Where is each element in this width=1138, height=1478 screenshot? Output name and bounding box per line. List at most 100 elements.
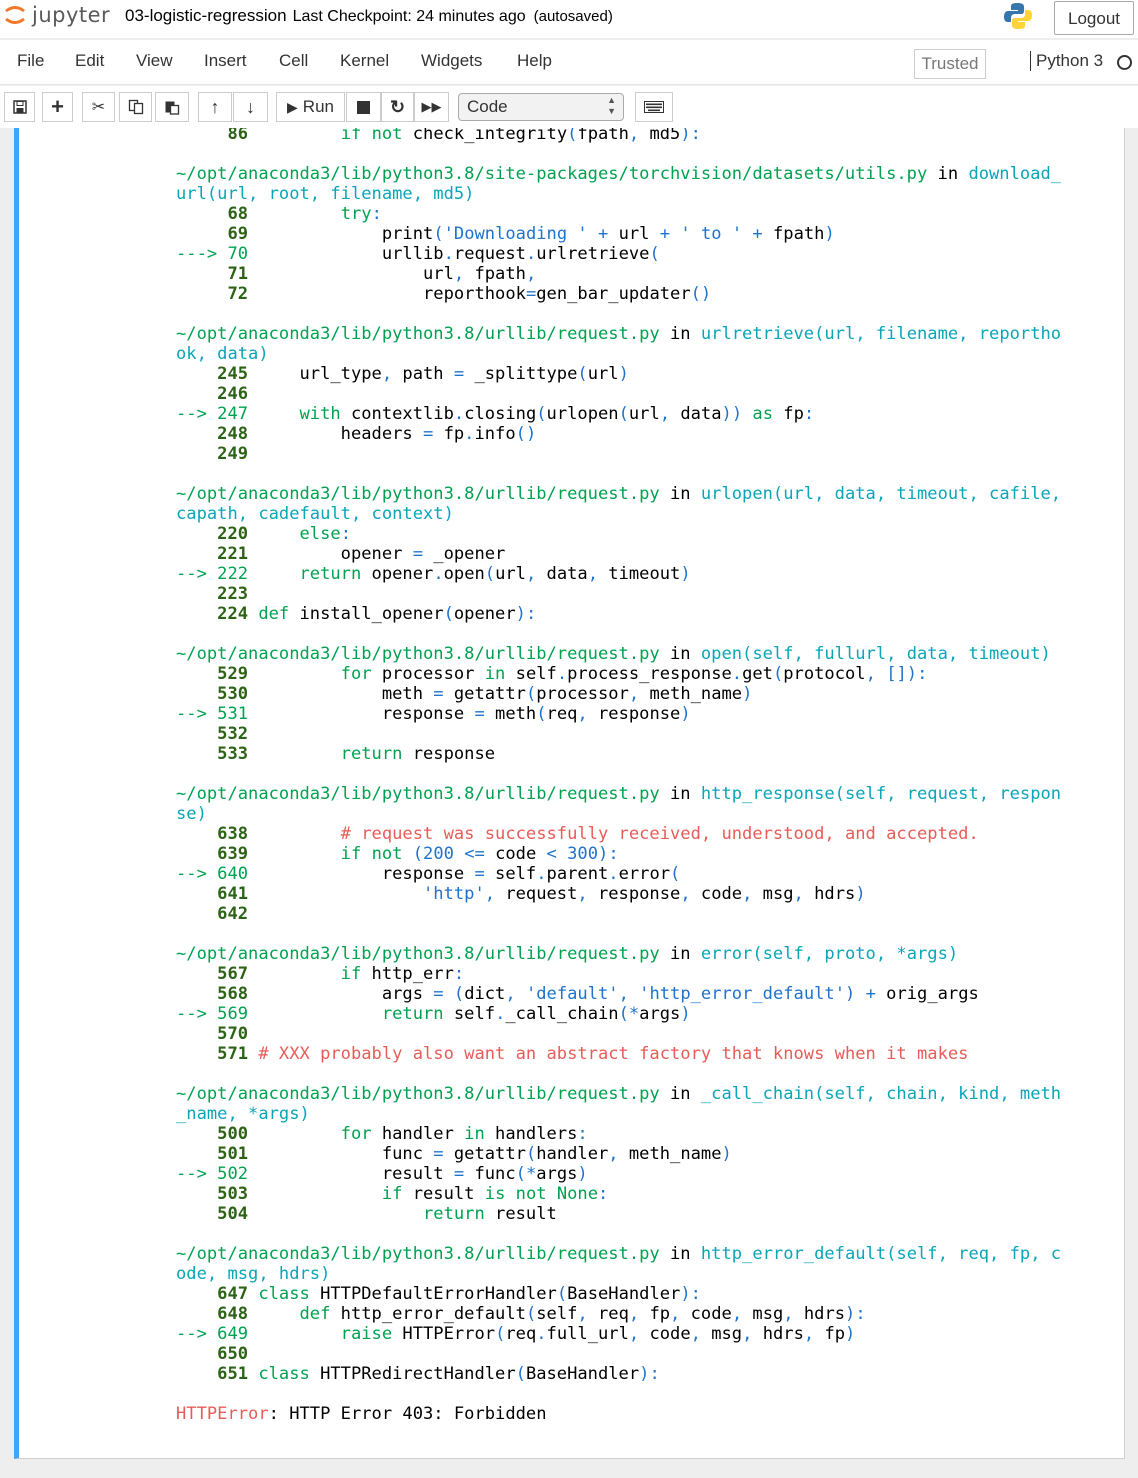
header: jupyter 03-logistic-regression Last Check… [0, 0, 1138, 38]
traceback-line: 648 def http_error_default(self, req, fp… [217, 1304, 866, 1324]
bottom-bar [0, 1464, 1138, 1478]
traceback-line: 86 if not check_integrity(fpath, md5): [227, 128, 701, 144]
traceback-line: ~/opt/anaconda3/lib/python3.8/urllib/req… [176, 484, 1062, 504]
traceback-line: 650 [217, 1344, 249, 1364]
menu-view[interactable]: View [136, 51, 173, 71]
traceback-line: 529 for processor in self.process_respon… [217, 664, 928, 684]
traceback-line: 504 return result [217, 1204, 557, 1224]
menu-cell[interactable]: Cell [279, 51, 308, 71]
autosave-status: (autosaved) [533, 8, 613, 25]
insert-cell-button[interactable]: + [42, 92, 73, 122]
traceback-line: 568 args = (dict, 'default', 'http_error… [217, 984, 979, 1004]
traceback-line: 224 def install_opener(opener): [217, 604, 537, 624]
traceback-line: 651 class HTTPRedirectHandler(BaseHandle… [217, 1364, 660, 1384]
keyboard-icon [644, 101, 664, 113]
traceback-line: --> 531 response = meth(req, response) [176, 704, 691, 724]
logo-text: jupyter [32, 3, 111, 27]
notebook-area: 86 if not check_integrity(fpath, md5): ~… [0, 128, 1138, 1478]
menu-edit[interactable]: Edit [75, 51, 104, 71]
traceback-line: ~/opt/anaconda3/lib/python3.8/urllib/req… [176, 784, 1062, 804]
kernel-name[interactable]: Python 3 [1030, 51, 1103, 71]
traceback-line: 500 for handler in handlers: [217, 1124, 588, 1144]
traceback-line: 221 opener = _opener [217, 544, 506, 564]
run-button[interactable]: ▶ Run [276, 92, 345, 122]
restart-button[interactable]: ↻ [381, 92, 414, 122]
toolbar: + ✂ ↑ ↓ ▶ Run ↻ ▶▶ Code ▲ ▼ [0, 86, 1138, 128]
jupyter-logo-icon [5, 6, 25, 24]
menu-help[interactable]: Help [517, 51, 552, 71]
fast-forward-icon: ▶▶ [421, 99, 442, 114]
traceback-line: 246 [217, 384, 249, 404]
traceback-line: --> 502 result = func(*args) [176, 1164, 588, 1184]
traceback-line: --> 222 return opener.open(url, data, ti… [176, 564, 691, 584]
traceback-line: 567 if http_err: [217, 964, 465, 984]
cell-type-select[interactable]: Code ▲ ▼ [458, 93, 624, 121]
run-label: Run [302, 97, 334, 116]
run-icon: ▶ [287, 98, 298, 115]
traceback-line: 249 [217, 444, 249, 464]
traceback-line: ~/opt/anaconda3/lib/python3.8/urllib/req… [176, 1084, 1062, 1104]
traceback-line: ~/opt/anaconda3/lib/python3.8/urllib/req… [176, 644, 1051, 664]
traceback-line: 638 # request was successfully received,… [217, 824, 979, 844]
traceback-line: 245 url_type, path = _splittype(url) [217, 364, 629, 384]
traceback-line: 72 reporthook=gen_bar_updater() [227, 284, 712, 304]
menu-kernel[interactable]: Kernel [340, 51, 389, 71]
traceback-line: 647 class HTTPDefaultErrorHandler(BaseHa… [217, 1284, 701, 1304]
cut-icon: ✂ [91, 99, 106, 116]
traceback-line: --> 640 response = self.parent.error( [176, 864, 681, 884]
traceback-line: _name, *args) [176, 1104, 310, 1124]
notebook-name[interactable]: 03-logistic-regression [125, 6, 287, 25]
logout-button[interactable]: Logout [1054, 1, 1134, 35]
traceback-output: 86 if not check_integrity(fpath, md5): ~… [176, 128, 1061, 1424]
kernel-status-icon [1117, 55, 1132, 70]
traceback-line: 641 'http', request, response, code, msg… [217, 884, 866, 904]
traceback-line: 68 try: [227, 204, 382, 224]
traceback-line: ~/opt/anaconda3/lib/python3.8/site-packa… [176, 164, 1062, 184]
command-palette-button[interactable] [635, 92, 673, 122]
traceback-line: ~/opt/anaconda3/lib/python3.8/urllib/req… [176, 944, 959, 964]
move-down-icon: ↓ [246, 96, 255, 117]
trusted-indicator[interactable]: Trusted [914, 49, 986, 79]
menubar: File Edit View Insert Cell Kernel Widget… [0, 40, 1138, 85]
save-icon [12, 100, 27, 114]
move-down-button[interactable]: ↓ [233, 92, 268, 122]
cut-button[interactable]: ✂ [82, 92, 115, 122]
traceback-line: 571 # XXX probably also want an abstract… [217, 1044, 969, 1064]
menu-file[interactable]: File [17, 51, 44, 71]
paste-icon [165, 101, 180, 115]
traceback-line: 223 [217, 584, 249, 604]
traceback-line: --> 569 return self._call_chain(*args) [176, 1004, 691, 1024]
checkpoint-status: Last Checkpoint: 24 minutes ago [292, 8, 526, 25]
traceback-line: HTTPError: HTTP Error 403: Forbidden [176, 1404, 547, 1424]
python-logo-icon [1003, 1, 1033, 36]
paste-button[interactable] [155, 92, 189, 122]
stop-icon [357, 100, 370, 114]
cell-type-value: Code [467, 97, 508, 116]
traceback-line: 248 headers = fp.info() [217, 424, 537, 444]
move-up-icon: ↑ [210, 96, 220, 117]
traceback-line: se) [176, 804, 207, 824]
traceback-line: ok, data) [176, 344, 269, 364]
traceback-line: 69 print('Downloading ' + url + ' to ' +… [227, 224, 835, 244]
interrupt-button[interactable] [346, 92, 381, 122]
menu-widgets[interactable]: Widgets [421, 51, 482, 71]
traceback-line: capath, cadefault, context) [176, 504, 454, 524]
traceback-line: 501 func = getattr(handler, meth_name) [217, 1144, 732, 1164]
restart-run-all-button[interactable]: ▶▶ [414, 92, 449, 122]
move-up-button[interactable]: ↑ [198, 92, 232, 122]
save-button[interactable] [4, 92, 35, 122]
traceback-line: 530 meth = getattr(processor, meth_name) [217, 684, 753, 704]
add-cell-icon: + [51, 94, 64, 119]
copy-button[interactable] [119, 92, 152, 122]
traceback-line: 71 url, fpath, [227, 264, 537, 284]
notebook-title-area: 03-logistic-regression Last Checkpoint: 2… [125, 6, 613, 26]
traceback-line: --> 247 with contextlib.closing(urlopen(… [176, 404, 815, 424]
traceback-line: ode, msg, hdrs) [176, 1264, 331, 1284]
code-cell[interactable]: 86 if not check_integrity(fpath, md5): ~… [14, 128, 1125, 1459]
copy-icon [128, 99, 143, 115]
menu-insert[interactable]: Insert [204, 51, 247, 71]
restart-icon: ↻ [389, 96, 406, 117]
select-arrows-icon: ▲ ▼ [607, 95, 616, 116]
traceback-line: 570 [217, 1024, 249, 1044]
jupyter-logo[interactable]: jupyter [4, 0, 110, 30]
